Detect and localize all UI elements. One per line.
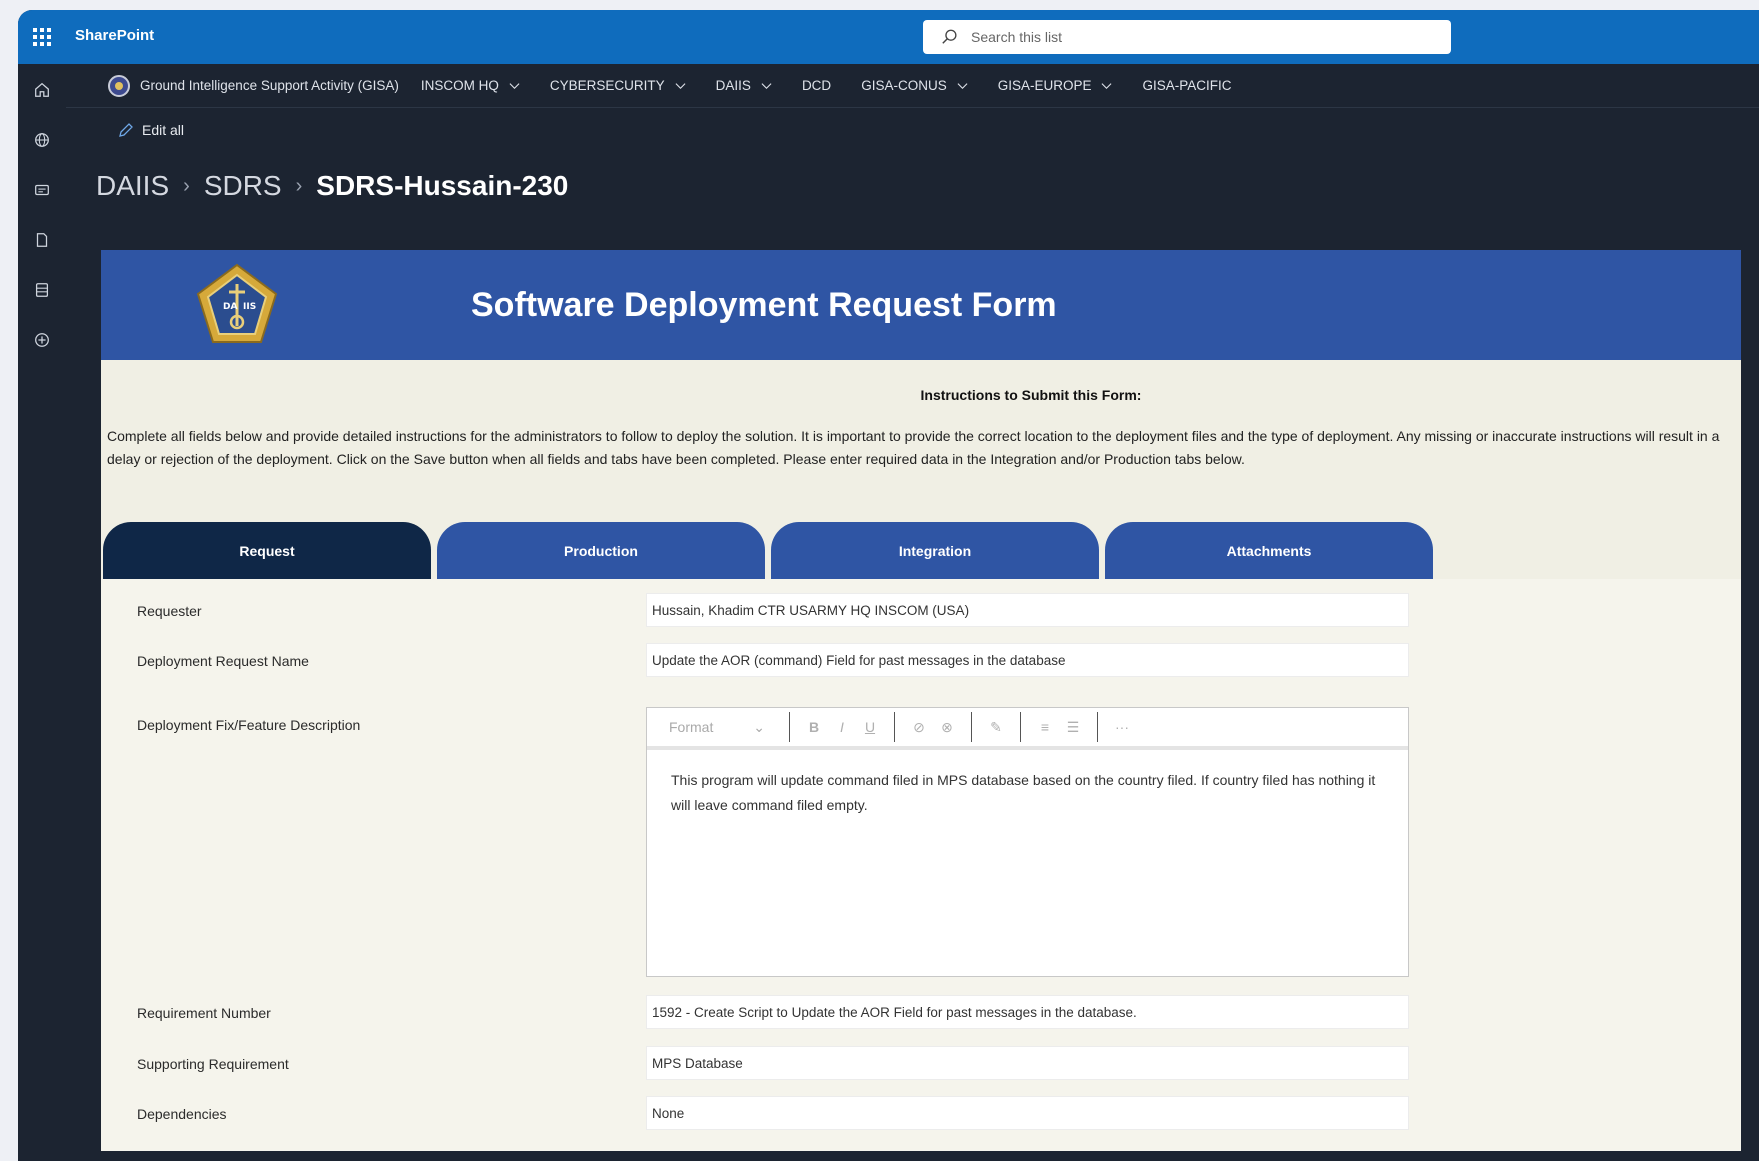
edit-all-label: Edit all — [142, 122, 185, 138]
nav-label: GISA-EUROPE — [997, 78, 1092, 93]
dependencies-label: Dependencies — [137, 1106, 227, 1122]
breadcrumb-daiis[interactable]: DAIIS — [96, 170, 169, 202]
italic-icon[interactable]: I — [828, 719, 856, 735]
toolbar-divider — [1097, 712, 1098, 742]
waffle-icon — [33, 28, 51, 46]
supporting-requirement-field[interactable]: MPS Database — [646, 1046, 1409, 1080]
chevron-down-icon — [761, 83, 772, 90]
nav-item-cybersecurity[interactable]: CYBERSECURITY — [550, 78, 686, 93]
nav-item-inscom-hq[interactable]: INSCOM HQ — [421, 78, 520, 93]
left-rail — [18, 64, 66, 1161]
app-launcher-button[interactable] — [18, 10, 66, 64]
nav-item-gisa-pacific[interactable]: GISA-PACIFIC — [1142, 78, 1231, 93]
news-icon[interactable] — [32, 180, 52, 200]
instructions-text: Complete all fields below and provide de… — [107, 428, 1720, 467]
deployment-request-form: DA IIS Software Deployment Request Form … — [101, 250, 1741, 1151]
unlink-icon[interactable]: ⊗ — [933, 719, 961, 736]
tab-attachments[interactable]: Attachments — [1105, 522, 1433, 579]
tab-request[interactable]: Request — [103, 522, 431, 579]
more-icon[interactable]: ··· — [1108, 719, 1136, 735]
format-dropdown[interactable]: Format ⌄ — [669, 719, 779, 736]
requirement-number-label: Requirement Number — [137, 1005, 271, 1021]
description-editor[interactable]: Format ⌄ B I U ⊘ ⊗ ✎ ≡ ☰ ··· This progra… — [646, 707, 1409, 977]
nav-label: DAIIS — [715, 78, 751, 93]
chevron-down-icon — [675, 83, 686, 90]
search-box[interactable] — [923, 20, 1451, 54]
request-name-label: Deployment Request Name — [137, 653, 309, 669]
tab-production[interactable]: Production — [437, 522, 765, 579]
nav-item-gisa-conus[interactable]: GISA-CONUS — [861, 78, 968, 93]
form-tabs: Request Production Integration Attachmen… — [103, 522, 1439, 579]
editor-toolbar: Format ⌄ B I U ⊘ ⊗ ✎ ≡ ☰ ··· — [647, 708, 1408, 750]
requirement-number-field[interactable]: 1592 - Create Script to Update the AOR F… — [646, 995, 1409, 1029]
chevron-down-icon: ⌄ — [753, 718, 765, 735]
supporting-requirement-label: Supporting Requirement — [137, 1056, 289, 1072]
home-icon[interactable] — [32, 80, 52, 100]
hub-title[interactable]: Ground Intelligence Support Activity (GI… — [140, 78, 399, 93]
dependencies-field[interactable]: None — [646, 1096, 1409, 1130]
add-icon[interactable] — [32, 330, 52, 350]
nav-item-daiis[interactable]: DAIIS — [716, 78, 772, 93]
search-input[interactable] — [971, 29, 1371, 45]
link-icon[interactable]: ⊘ — [905, 719, 933, 736]
toolbar-divider — [971, 712, 972, 742]
hub-navigation: Ground Intelligence Support Activity (GI… — [66, 64, 1759, 108]
form-banner: DA IIS Software Deployment Request Form — [101, 250, 1741, 360]
edit-all-button[interactable]: Edit all — [118, 122, 184, 138]
globe-icon[interactable] — [32, 130, 52, 150]
suite-bar: SharePoint — [18, 10, 1759, 64]
chevron-down-icon — [509, 83, 520, 90]
form-title: Software Deployment Request Form — [471, 286, 1057, 324]
pencil-icon — [119, 123, 133, 137]
breadcrumb: DAIIS › SDRS › SDRS-Hussain-230 — [96, 170, 568, 202]
requester-label: Requester — [137, 603, 202, 619]
nav-item-gisa-europe[interactable]: GISA-EUROPE — [998, 78, 1113, 93]
bold-icon[interactable]: B — [800, 719, 828, 735]
description-label: Deployment Fix/Feature Description — [137, 717, 361, 733]
file-icon[interactable] — [32, 230, 52, 250]
chevron-down-icon — [1102, 83, 1112, 90]
app-name[interactable]: SharePoint — [75, 27, 154, 44]
breadcrumb-sdrs[interactable]: SDRS — [204, 170, 282, 202]
breadcrumb-current: SDRS-Hussain-230 — [316, 170, 569, 201]
clear-format-icon[interactable]: ✎ — [982, 719, 1010, 736]
format-label: Format — [669, 718, 714, 735]
request-fields: Requester Hussain, Khadim CTR USARMY HQ … — [101, 579, 1741, 1151]
bullet-list-icon[interactable]: ≡ — [1031, 719, 1059, 735]
tab-integration[interactable]: Integration — [771, 522, 1099, 579]
list-icon[interactable] — [32, 280, 52, 300]
numbered-list-icon[interactable]: ☰ — [1059, 719, 1087, 736]
toolbar-divider — [894, 712, 895, 742]
chevron-right-icon: › — [183, 174, 190, 197]
requester-field[interactable]: Hussain, Khadim CTR USARMY HQ INSCOM (US… — [646, 593, 1409, 627]
nav-label: GISA-CONUS — [861, 78, 947, 93]
underline-icon[interactable]: U — [856, 719, 884, 735]
nav-label: INSCOM HQ — [420, 78, 499, 93]
nav-label: GISA-PACIFIC — [1142, 78, 1232, 93]
hub-logo[interactable] — [108, 74, 130, 97]
description-text[interactable]: This program will update command filed i… — [647, 750, 1408, 818]
nav-label: DCD — [801, 78, 832, 93]
request-name-field[interactable]: Update the AOR (command) Field for past … — [646, 643, 1409, 677]
chevron-down-icon — [957, 83, 968, 90]
toolbar-divider — [789, 712, 790, 742]
instructions-heading: Instructions to Submit this Form: — [920, 387, 1142, 403]
nav-label: CYBERSECURITY — [549, 78, 665, 93]
toolbar-divider — [1020, 712, 1021, 742]
chevron-right-icon: › — [295, 174, 303, 197]
search-icon — [942, 29, 957, 44]
command-bar: Edit all — [66, 108, 1759, 152]
nav-item-dcd[interactable]: DCD — [802, 78, 831, 93]
